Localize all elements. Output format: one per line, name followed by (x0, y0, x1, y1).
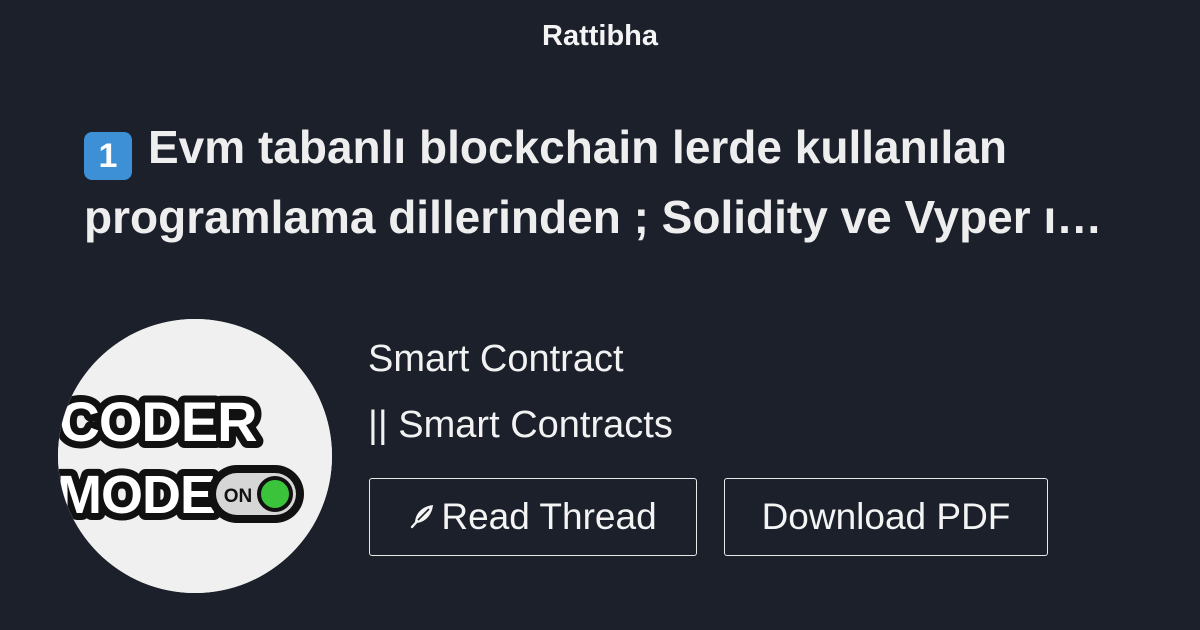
feather-icon (409, 496, 435, 538)
coder-mode-logo: CODER MODE ON (58, 319, 332, 593)
thread-title-line-1: 1 Evm tabanlı blockchain lerde kullanılan (84, 112, 1154, 182)
toggle-knob-icon (257, 476, 293, 512)
logo-coder-text: CODER (59, 390, 257, 453)
thread-title-line-2: programlama dillerinden ; Solidity ve Vy… (84, 191, 1103, 243)
logo-toggle-text: ON (224, 486, 253, 507)
avatar: CODER MODE ON (58, 319, 332, 593)
download-pdf-label: Download PDF (761, 496, 1011, 537)
author-name: Smart Contract (368, 338, 624, 380)
download-pdf-button[interactable]: Download PDF (724, 478, 1048, 556)
author-handle: || Smart Contracts (368, 404, 673, 446)
read-thread-label: Read Thread (441, 496, 657, 537)
thread-title-text-1: Evm tabanlı blockchain lerde kullanılan (148, 121, 1007, 173)
brand-name: Rattibha (542, 20, 658, 52)
read-thread-button[interactable]: Read Thread (369, 478, 697, 556)
logo-mode-text: MODE (58, 465, 215, 525)
thread-title: 1 Evm tabanlı blockchain lerde kullanılan… (84, 112, 1154, 252)
keycap-one-icon: 1 (84, 132, 132, 180)
